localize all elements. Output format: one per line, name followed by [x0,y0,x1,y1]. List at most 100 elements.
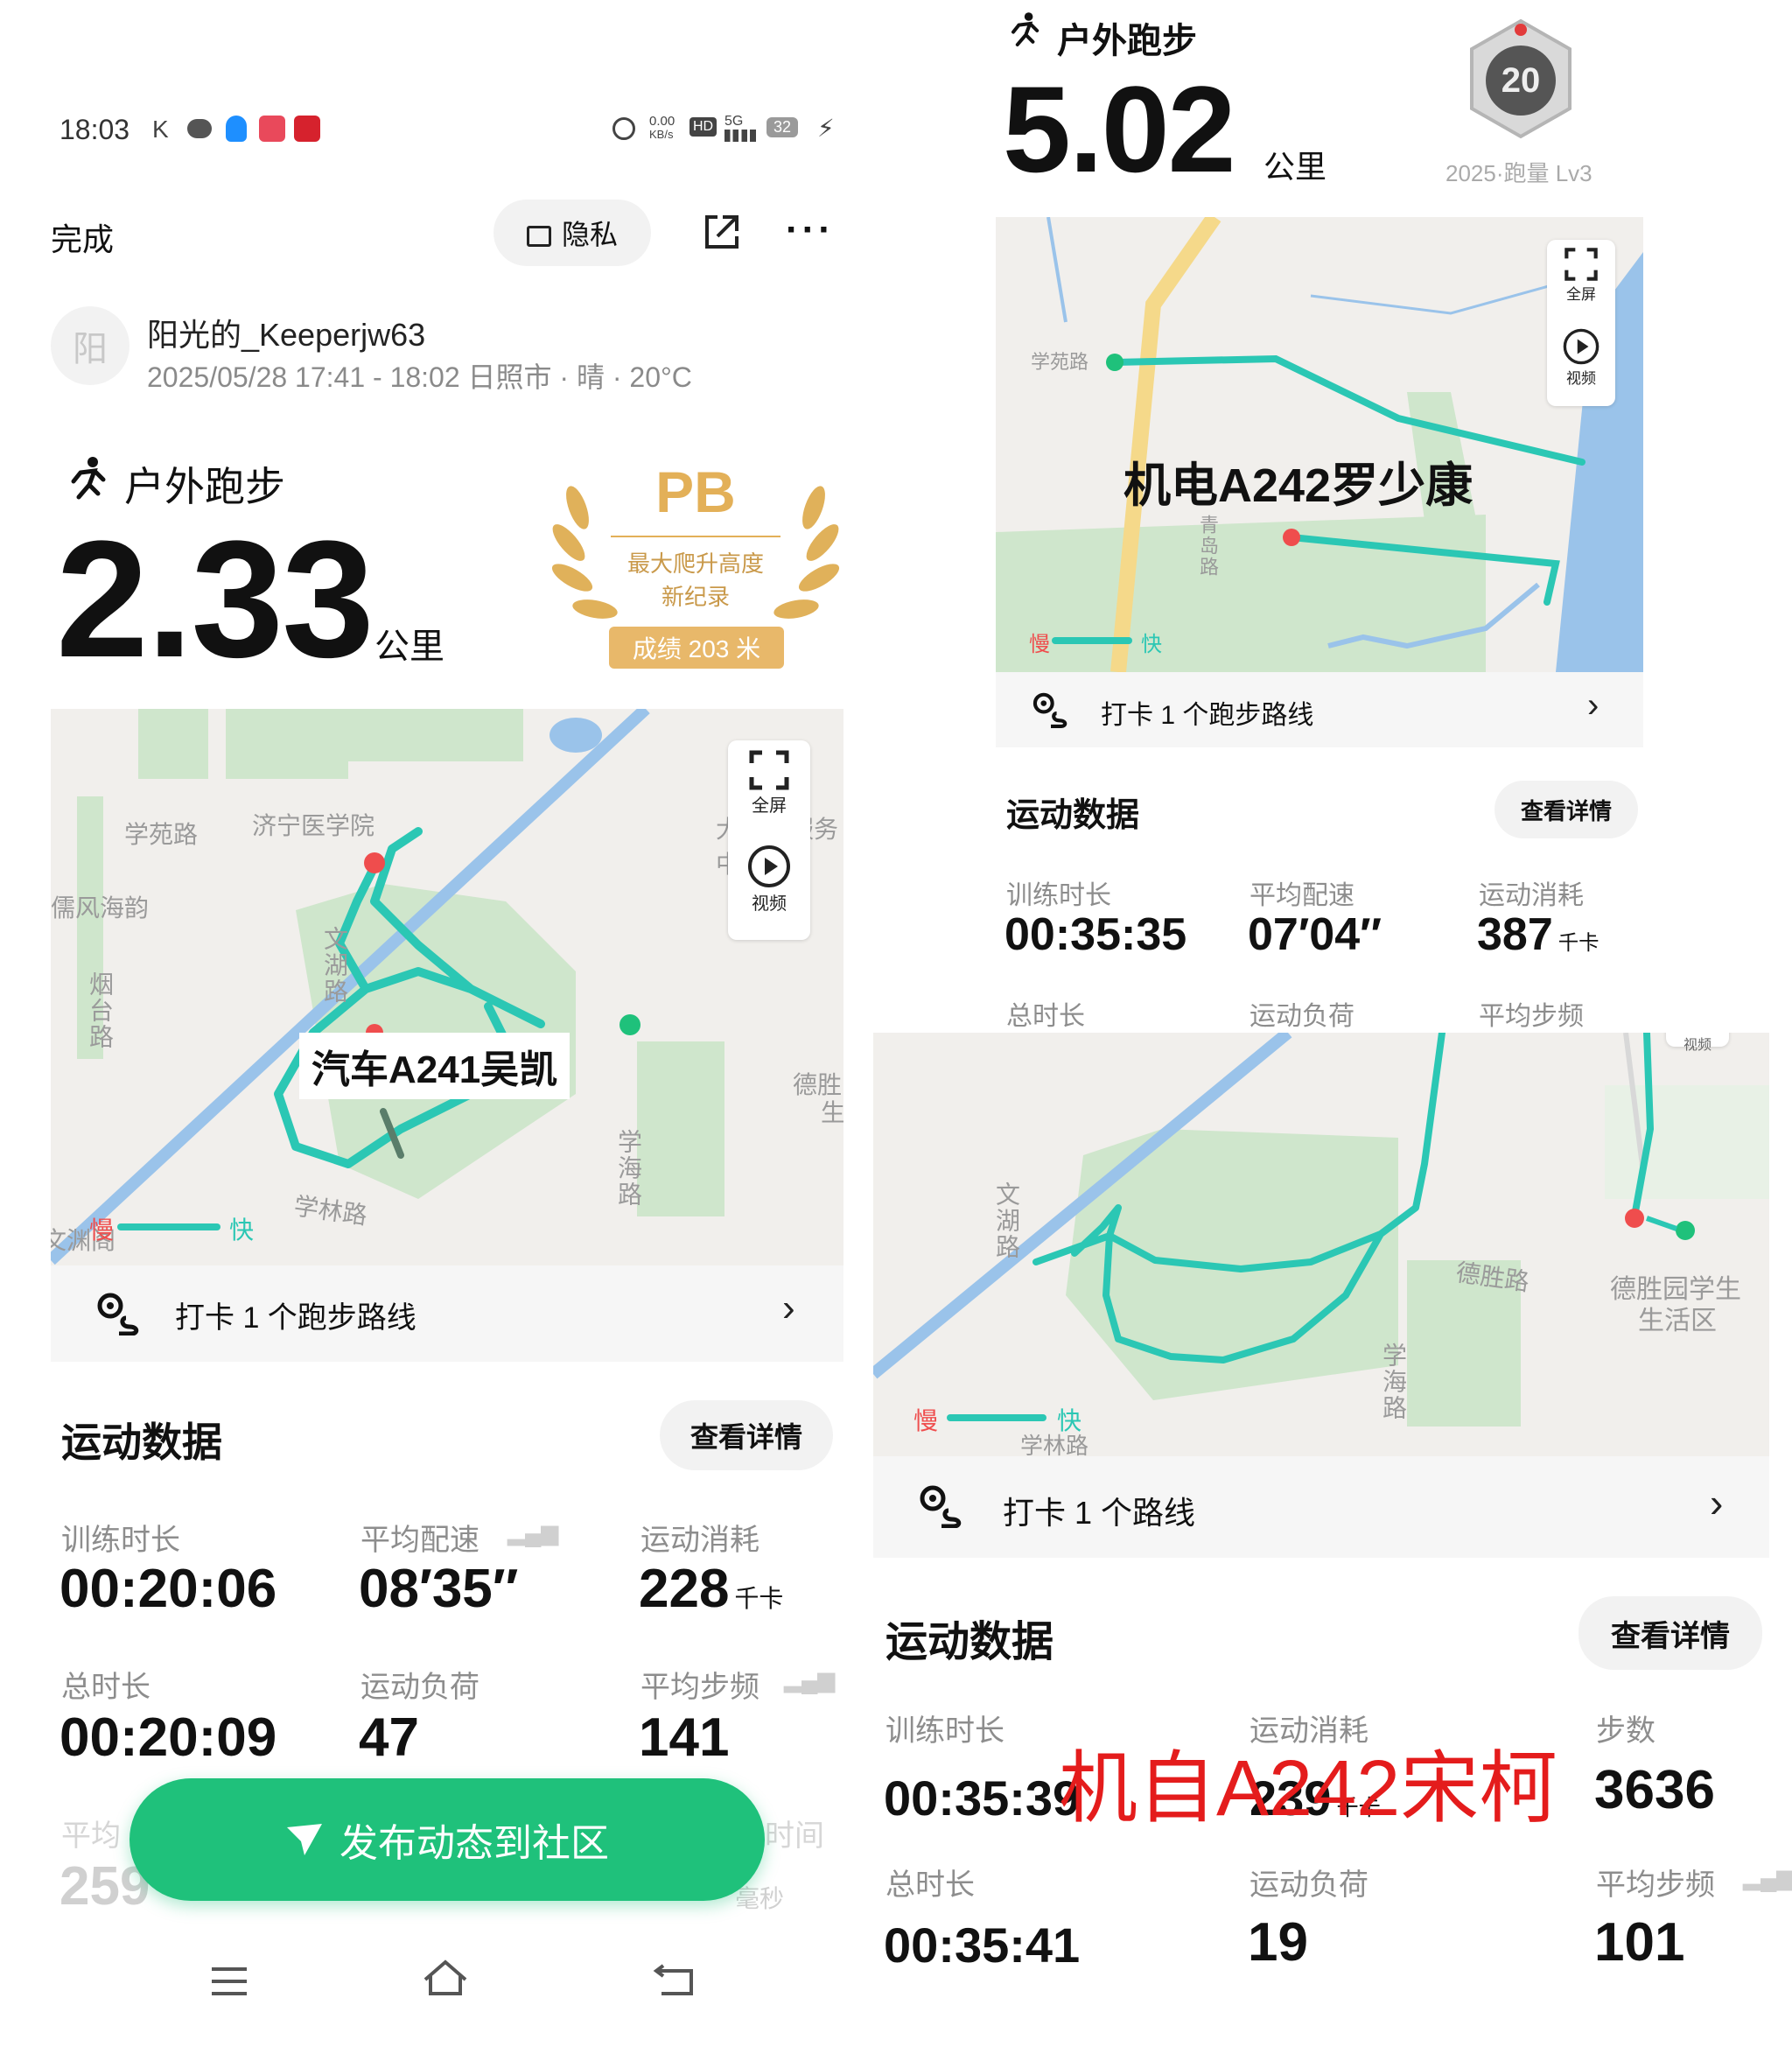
speed-slow-label-right: 慢 [1029,633,1050,656]
home-nav-icon[interactable] [422,1959,469,1997]
video-button-bottom[interactable]: 视频 [1666,1033,1729,1053]
stat-label-cadence-right: 平均步频 [1479,1002,1584,1031]
user-name[interactable]: 阳光的_Keeperjw63 [147,310,425,355]
privacy-button[interactable]: 隐私 [494,200,651,266]
alarm-icon [612,117,635,140]
stat-value-calories-unit-right: 千卡 [1558,931,1600,954]
stat-label-avg-pace: 平均配速 [360,1524,480,1557]
view-details-button-right[interactable]: 查看详情 [1494,781,1638,838]
badge-caption: 2025·跑量 Lv3 [1446,160,1592,186]
stat-value-total-time: 00:20:09 [60,1707,277,1768]
section-title-right: 运动数据 [1006,797,1140,834]
section-title-bottom: 运动数据 [886,1619,1054,1665]
map-controls: 全屏 视频 [728,740,810,940]
chevron-right-icon: › [782,1286,795,1329]
stat-value-calories-num-right: 387 [1477,909,1553,960]
app-icon-red [259,116,285,142]
fullscreen-icon-right [1564,248,1598,281]
stat-label-load: 运动负荷 [360,1671,480,1704]
privacy-label: 隐私 [561,219,618,250]
stat-label-partial: 平均 [61,1819,121,1853]
stat-label-total-time-right: 总时长 [1006,1002,1085,1031]
map-background [51,709,724,1265]
video-label-right: 视频 [1566,370,1596,387]
fullscreen-button[interactable]: 全屏 [728,749,810,817]
map-label-sheng: 生 [821,1099,844,1126]
status-speed-unit: KB/s [649,128,674,141]
send-icon [287,1824,322,1855]
route-checkin-row[interactable]: 打卡 1 个跑步路线 › [51,1265,844,1362]
more-icon[interactable]: ··· [786,208,835,252]
route-checkin-row-bottom[interactable]: 打卡 1 个路线 › [873,1456,1769,1558]
lock-icon [526,226,551,247]
stat-label-training-time: 训练时长 [61,1524,180,1557]
stat-label-total-time-bottom: 总时长 [886,1868,975,1902]
route-map[interactable]: 学苑路 济宁医学院 儒风海韵 文湖路 烟台路 学林路 学海路 德胜 生 文渊阁 … [51,709,844,1265]
workout-meta: 2025/05/28 17:41 - 18:02 日照市 · 晴 · 20°C [147,361,692,393]
speed-fast-label-right: 快 [1141,633,1162,656]
map-label-living-area-bottom: 生活区 [1638,1307,1717,1335]
map-label-xueyuan: 学苑路 [124,821,199,848]
run-type-right: 户外跑步 [1057,22,1197,60]
speed-slow-label-bottom: 慢 [914,1407,939,1434]
route-map-bottom[interactable]: 文湖路 德胜路 学海路 德胜园学生 生活区 学林路 慢 快 视频 [873,1033,1769,1456]
run-distance-unit: 公里 [374,627,444,666]
view-details-label: 查看详情 [690,1421,802,1453]
route-pin-icon-right [1032,692,1068,728]
view-details-button[interactable]: 查看详情 [660,1400,833,1470]
publish-to-community-button[interactable]: 发布动态到社区 [130,1778,765,1901]
map-overlay-text-right: 机电A242罗少康 [1124,459,1474,512]
section-title: 运动数据 [61,1420,222,1465]
app-icon-red2 [294,116,320,142]
stat-value-cadence: 141 [639,1707,730,1768]
route-pin-icon [97,1293,139,1335]
pb-score: 成绩 203 米 [609,627,784,669]
speed-slow-label: 慢 [89,1216,115,1244]
stat-value-calories-right: 387 千卡 [1477,908,1600,961]
map-label-wenhu-bottom: 文湖路 [993,1181,1020,1260]
stat-label-partial-time: 时间 [765,1819,824,1853]
stat-value-cadence-bottom: 101 [1594,1912,1685,1973]
video-button-right[interactable]: 视频 [1547,327,1615,388]
avatar-char: 阳 [73,330,108,368]
left-screenshot: 18:03 K 0.00 KB/s HD 5G 32 ⚡ 完成 隐私 ··· 阳… [0,0,866,2061]
stat-value-avg-pace: 08′35″ [359,1559,519,1619]
mileage-badge: 20 [1460,18,1582,140]
stat-label-calories: 运动消耗 [640,1524,760,1557]
fullscreen-icon [749,750,789,790]
pb-divider [611,536,780,537]
stat-value-calories: 228 千卡 [639,1558,783,1620]
stat-label-load-bottom: 运动负荷 [1250,1868,1368,1902]
fullscreen-button-right[interactable]: 全屏 [1547,247,1615,304]
wechat-icon [187,119,212,138]
map-controls-right: 全屏 视频 [1547,240,1615,406]
run-distance: 2.33 [56,507,374,692]
signal-icon [724,130,756,142]
speed-fast-label-bottom: 快 [1057,1407,1082,1434]
menu-nav-icon[interactable] [210,1966,248,1997]
video-button[interactable]: 视频 [728,844,810,915]
avatar[interactable]: 阳 [51,306,130,385]
map-label-yantai: 烟台路 [87,971,114,1050]
stat-label-avg-pace-right: 平均配速 [1250,881,1354,910]
pb-title: PB [655,459,736,524]
stat-value-steps-bottom: 3636 [1594,1760,1715,1820]
route-map-right[interactable]: 学苑路 青岛路 机电A242罗少康 慢 快 全屏 视频 [996,217,1643,672]
back-nav-icon[interactable] [653,1962,696,1997]
map-label-xuehai-bottom: 学海路 [1380,1342,1407,1421]
share-icon[interactable] [700,210,744,254]
map-label-wenhu: 文湖路 [321,926,348,1005]
route-pin-icon-bottom [920,1485,962,1528]
fullscreen-label-right: 全屏 [1566,286,1596,303]
overlay-name-red: 机自A242宋柯 [1059,1745,1558,1833]
map-label-xuehai: 学海路 [615,1129,642,1208]
route-checkin-row-right[interactable]: 打卡 1 个跑步路线 › [996,672,1643,747]
status-bar: 18:03 K 0.00 KB/s HD 5G 32 ⚡ [60,114,847,152]
view-details-button-bottom[interactable]: 查看详情 [1578,1596,1762,1670]
pb-score-text: 成绩 203 米 [632,635,761,662]
done-button[interactable]: 完成 [51,214,114,260]
chart-icon: ▂▄▆ [508,1519,559,1546]
stat-label-training-time-bottom: 训练时长 [886,1714,1004,1748]
checkin-text-bottom: 打卡 1 个路线 [1003,1495,1196,1531]
view-details-label-bottom: 查看详情 [1611,1619,1730,1653]
